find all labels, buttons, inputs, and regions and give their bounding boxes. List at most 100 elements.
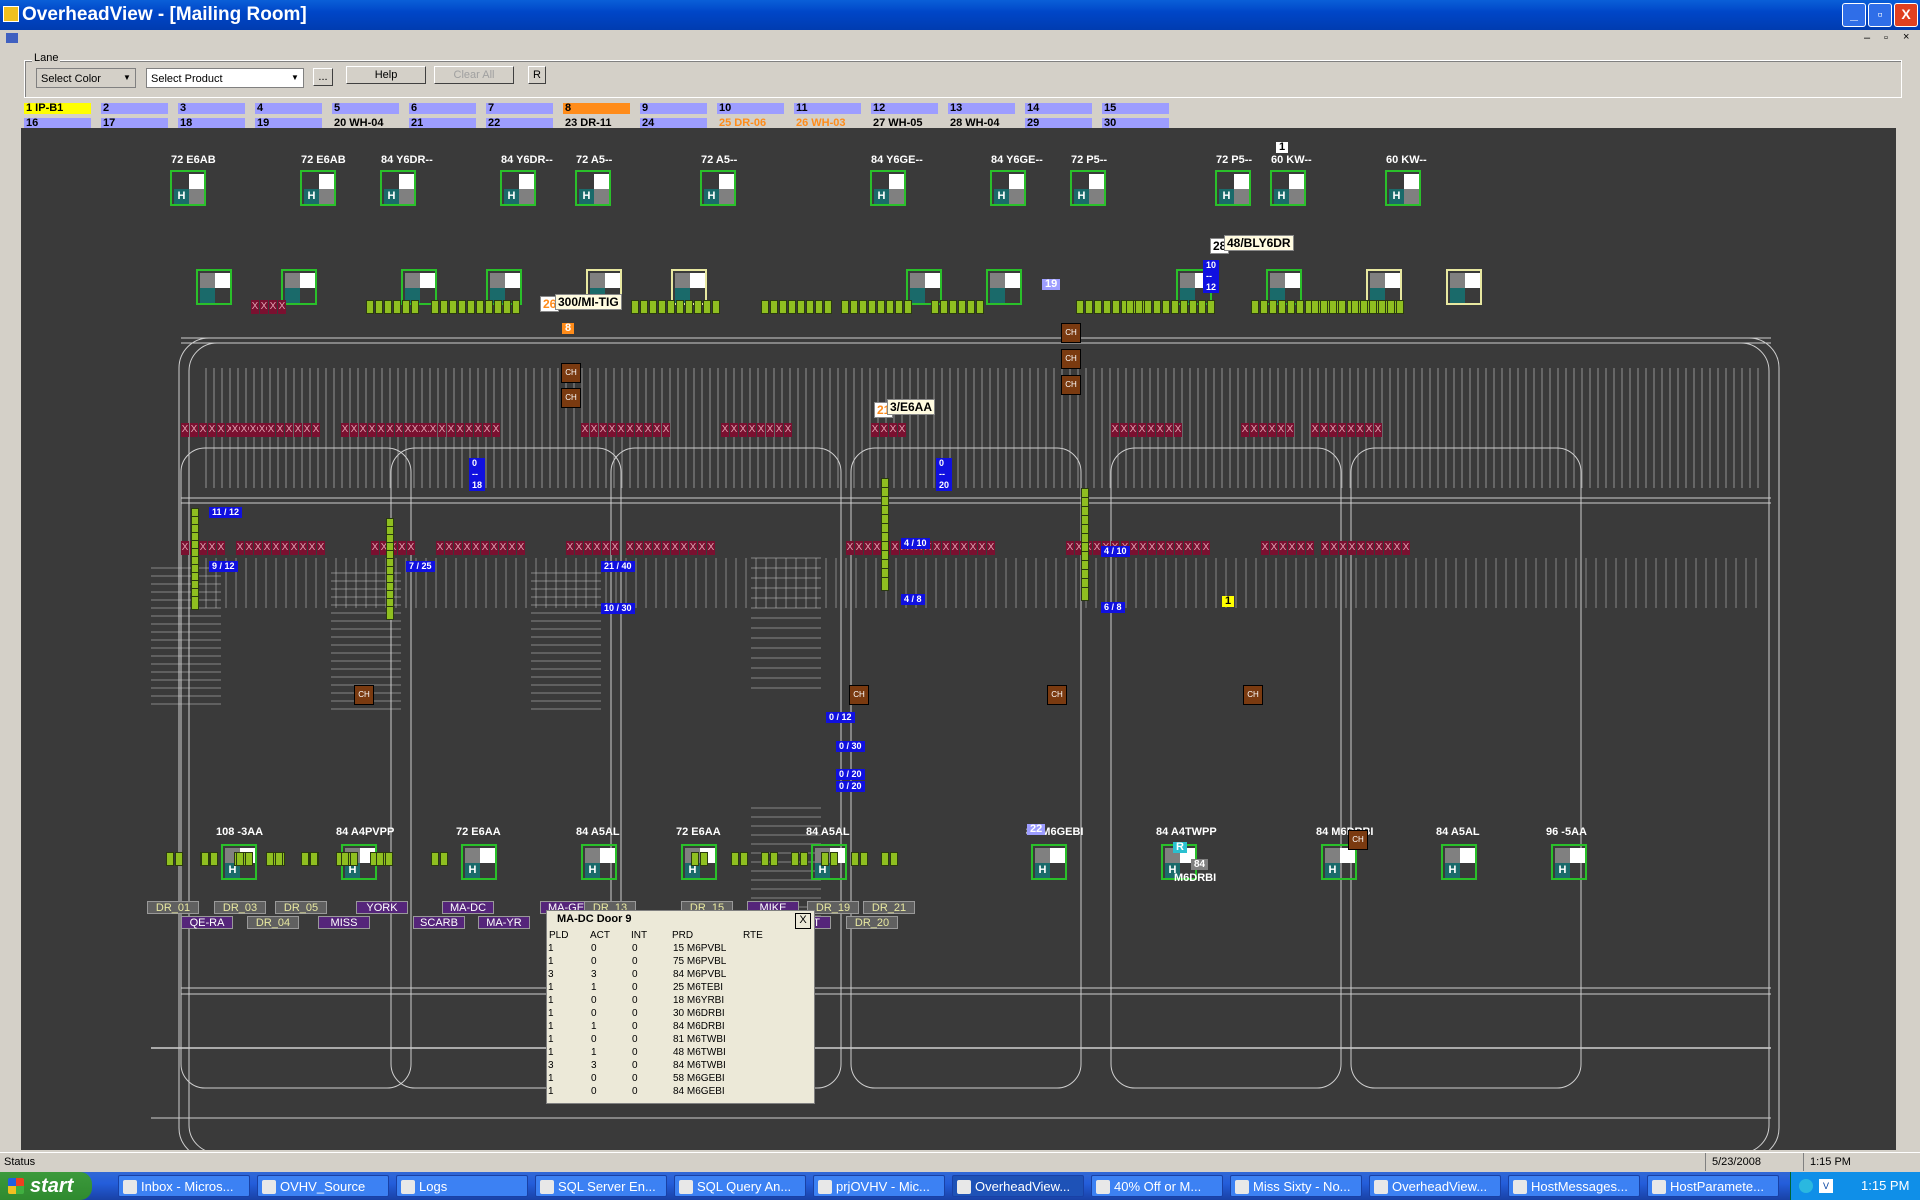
popup-cell: 75 M6PVBL xyxy=(673,956,727,967)
taskbar-button[interactable]: Miss Sixty - No... xyxy=(1230,1175,1362,1197)
product-select[interactable]: Select Product ▼ xyxy=(146,68,304,88)
storage-bay-top[interactable]: H xyxy=(300,170,336,206)
taskbar-button[interactable]: HostParamete... xyxy=(1647,1175,1779,1197)
storage-bay-top[interactable]: H xyxy=(700,170,736,206)
charge-station-marker[interactable]: CH xyxy=(561,388,581,408)
vs-icon[interactable]: V xyxy=(1819,1179,1833,1193)
charge-station-marker[interactable]: CH xyxy=(1047,685,1067,705)
taskbar-button[interactable]: Logs xyxy=(396,1175,528,1197)
taskbar-button[interactable]: prjOVHV - Mic... xyxy=(813,1175,945,1197)
pocket-x-marker: X xyxy=(662,541,670,555)
door-legend-item[interactable]: 12 xyxy=(871,103,938,114)
maximize-button[interactable]: ▫ xyxy=(1868,3,1892,27)
door-label[interactable]: MISS xyxy=(318,916,370,929)
door-label[interactable]: MA-YR xyxy=(478,916,530,929)
storage-bay-top[interactable]: H xyxy=(870,170,906,206)
door-legend-item[interactable]: 4 xyxy=(255,103,322,114)
storage-bay-top[interactable]: H xyxy=(170,170,206,206)
taskbar-button[interactable]: OverheadView... xyxy=(952,1175,1084,1197)
pocket-x-marker: X xyxy=(1338,423,1346,437)
taskbar-button[interactable]: 40% Off or M... xyxy=(1091,1175,1223,1197)
color-select[interactable]: Select Color ▼ xyxy=(36,68,136,88)
door-legend-item[interactable]: 2 xyxy=(101,103,168,114)
child-minimize-icon[interactable]: – xyxy=(1864,32,1870,44)
door-label[interactable]: DR_21 xyxy=(863,901,915,914)
storage-bay-bottom[interactable]: H xyxy=(811,844,847,880)
door-label[interactable]: QE-RA xyxy=(181,916,233,929)
staging-bay[interactable] xyxy=(196,269,232,305)
charge-station-marker[interactable]: CH xyxy=(561,363,581,383)
taskbar-button[interactable]: HostMessages... xyxy=(1508,1175,1640,1197)
app-icon[interactable] xyxy=(3,6,19,22)
pocket-x-marker: X xyxy=(644,423,652,437)
network-icon[interactable] xyxy=(1799,1179,1813,1193)
charge-station-marker[interactable]: CH xyxy=(354,685,374,705)
door-legend-item[interactable]: 10 xyxy=(717,103,784,114)
bay-cell xyxy=(690,273,705,288)
storage-bay-bottom[interactable]: H xyxy=(1441,844,1477,880)
door-label[interactable]: DR_01 xyxy=(147,901,199,914)
storage-bay-top[interactable]: H xyxy=(575,170,611,206)
door-label[interactable]: DR_04 xyxy=(247,916,299,929)
door-legend-item[interactable]: 14 xyxy=(1025,103,1092,114)
charge-station-marker[interactable]: CH xyxy=(1061,323,1081,343)
door-legend-item[interactable]: 3 xyxy=(178,103,245,114)
r-button[interactable]: R xyxy=(528,66,546,84)
door-legend-item[interactable]: 15 xyxy=(1102,103,1169,114)
door-legend-item[interactable]: 6 xyxy=(409,103,476,114)
door-label[interactable]: MA-DC xyxy=(442,901,494,914)
clear-all-button[interactable]: Clear All xyxy=(434,66,514,84)
door-legend-item[interactable]: 7 xyxy=(486,103,553,114)
charge-station-marker[interactable]: CH xyxy=(1348,830,1368,850)
storage-bay-bottom[interactable]: H xyxy=(1031,844,1067,880)
child-window-icon[interactable] xyxy=(6,33,18,43)
door-label[interactable]: DR_03 xyxy=(214,901,266,914)
storage-bay-top[interactable]: H xyxy=(500,170,536,206)
storage-bay-bottom[interactable]: H xyxy=(1551,844,1587,880)
storage-bay-bottom[interactable]: H xyxy=(461,844,497,880)
status-time: 1:15 PM xyxy=(1803,1153,1910,1171)
storage-bay-top[interactable]: H xyxy=(1270,170,1306,206)
taskbar-button[interactable]: SQL Server En... xyxy=(535,1175,667,1197)
pocket-x-marker: X xyxy=(199,541,207,555)
door-legend-item[interactable]: 1 IP-B1 xyxy=(24,103,91,114)
overhead-canvas[interactable]: 72 E6AB H 72 E6AB H 84 Y6DR-- H 84 Y6DR-- H 72 A… xyxy=(21,128,1896,1150)
door-label[interactable]: DR_20 xyxy=(846,916,898,929)
popup-close-button[interactable]: X xyxy=(795,913,811,929)
taskbar-button[interactable]: OVHV_Source xyxy=(257,1175,389,1197)
storage-bay-top[interactable]: H xyxy=(1385,170,1421,206)
charge-station-marker[interactable]: CH xyxy=(1061,375,1081,395)
charge-station-marker[interactable]: CH xyxy=(1061,349,1081,369)
charge-station-marker[interactable]: CH xyxy=(1243,685,1263,705)
storage-bay-top[interactable]: H xyxy=(1070,170,1106,206)
more-button[interactable]: ... xyxy=(313,68,333,86)
door-label[interactable]: SCARB xyxy=(413,916,465,929)
pocket-x-marker: X xyxy=(371,541,379,555)
door-legend-item[interactable]: 13 xyxy=(948,103,1015,114)
door-legend-item[interactable]: 9 xyxy=(640,103,707,114)
taskbar-button[interactable]: SQL Query An... xyxy=(674,1175,806,1197)
child-close-icon[interactable]: × xyxy=(1903,31,1909,43)
door-legend-item[interactable]: 5 xyxy=(332,103,399,114)
door-legend-item[interactable]: 8 xyxy=(563,103,630,114)
start-button[interactable]: start xyxy=(0,1172,92,1200)
storage-bay-top[interactable]: H xyxy=(380,170,416,206)
staging-bay[interactable] xyxy=(281,269,317,305)
child-restore-icon[interactable]: ▫ xyxy=(1884,32,1888,44)
staging-bay[interactable] xyxy=(1446,269,1482,305)
taskbar-button[interactable]: OverheadView... xyxy=(1369,1175,1501,1197)
door-legend-item[interactable]: 11 xyxy=(794,103,861,114)
storage-bay-top[interactable]: H xyxy=(990,170,1026,206)
staging-bay[interactable] xyxy=(986,269,1022,305)
door-label[interactable]: DR_05 xyxy=(275,901,327,914)
storage-bay-top[interactable]: H xyxy=(1215,170,1251,206)
help-button[interactable]: Help xyxy=(346,66,426,84)
bay-label-top: 72 E6AB xyxy=(301,154,346,166)
charge-station-marker[interactable]: CH xyxy=(849,685,869,705)
close-button[interactable]: X xyxy=(1894,3,1918,27)
storage-bay-bottom[interactable]: H xyxy=(681,844,717,880)
taskbar-button[interactable]: Inbox - Micros... xyxy=(118,1175,250,1197)
door-label[interactable]: YORK xyxy=(356,901,408,914)
storage-bay-bottom[interactable]: H xyxy=(581,844,617,880)
minimize-button[interactable]: _ xyxy=(1842,3,1866,27)
